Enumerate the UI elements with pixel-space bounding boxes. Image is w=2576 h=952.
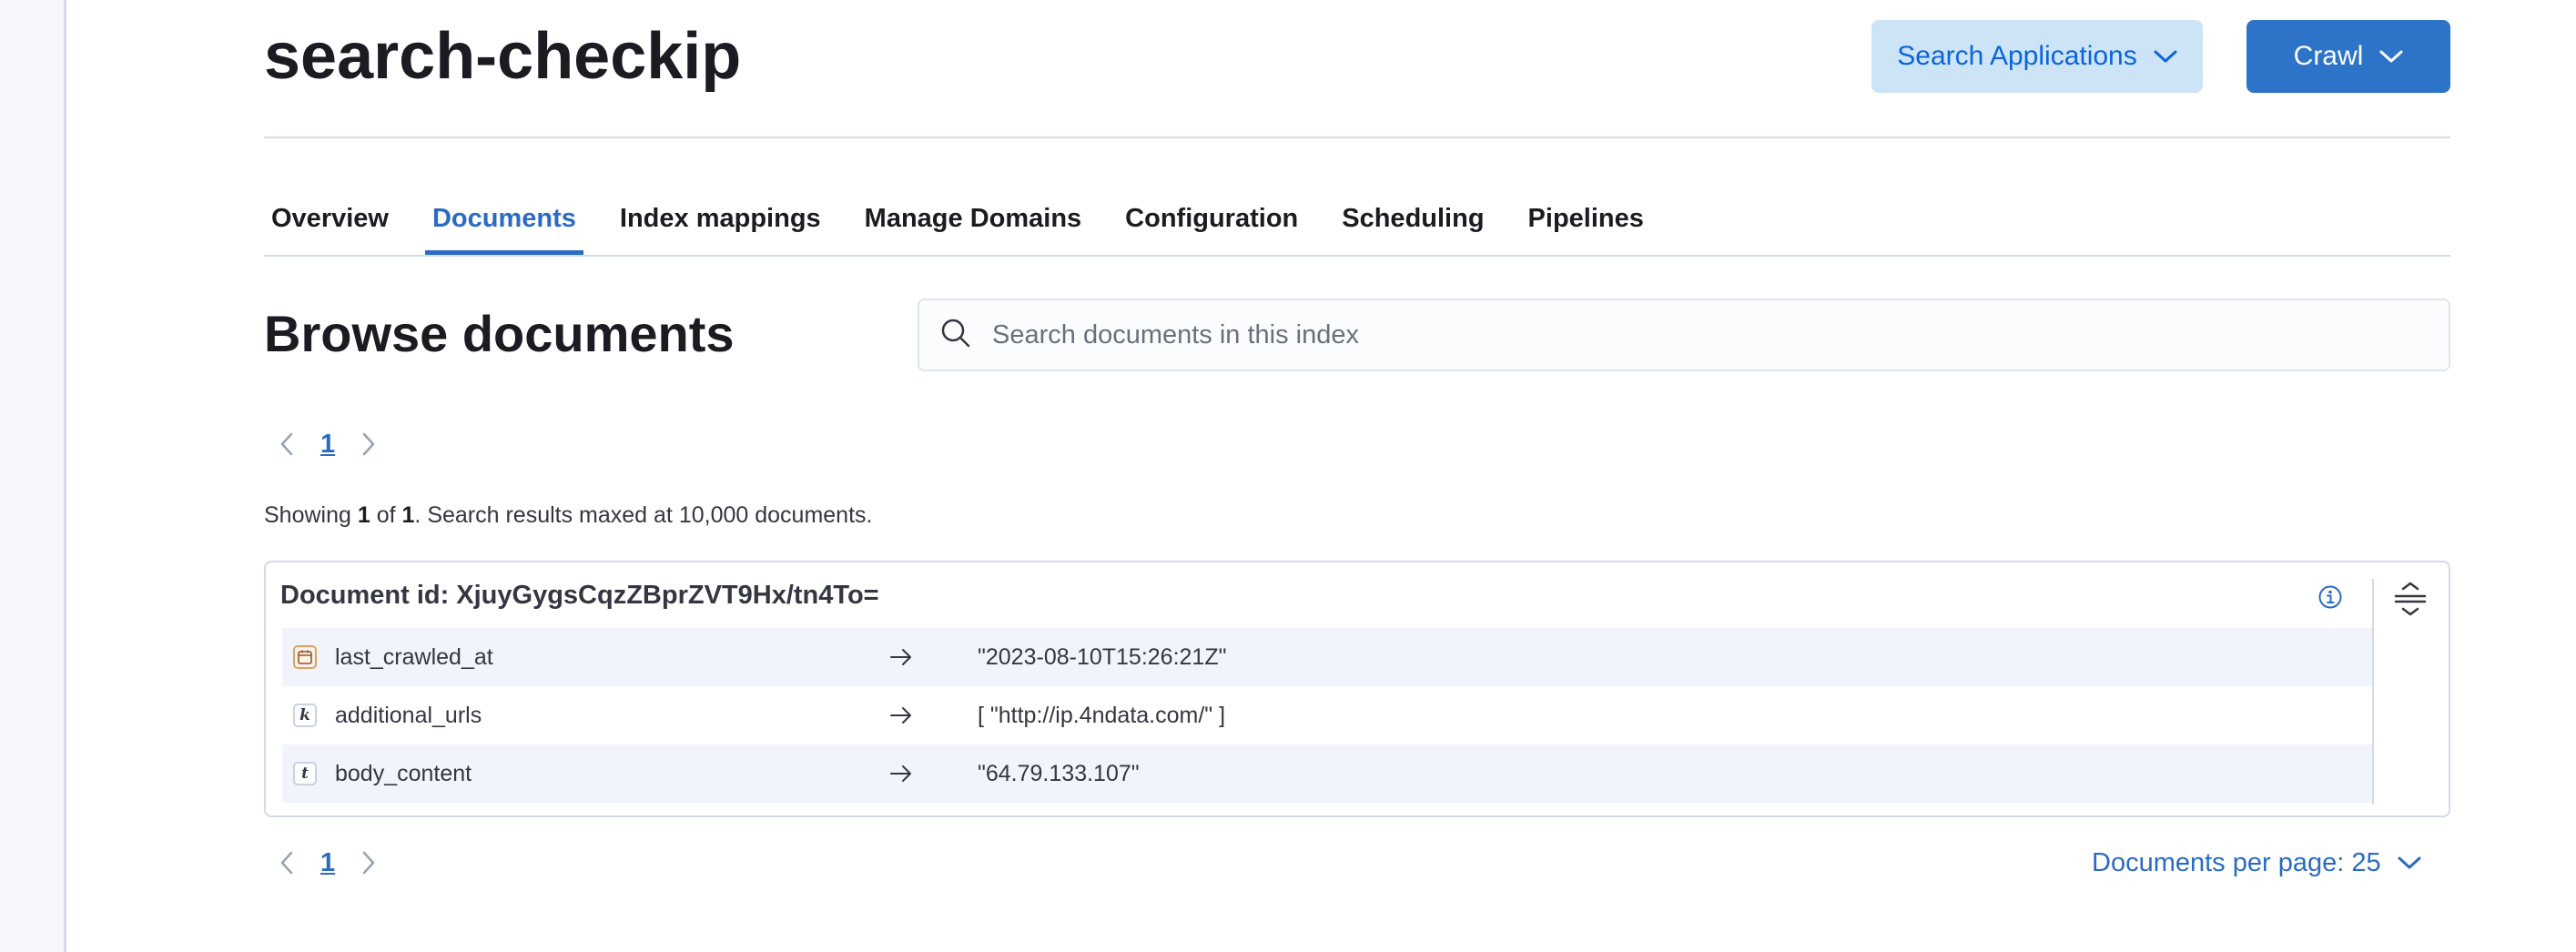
document-id: Document id: XjuyGygsCqzZBprZVT9Hx/tn4To= xyxy=(280,581,879,611)
documents-per-page-selector[interactable]: Documents per page: 25 xyxy=(2092,845,2421,881)
search-icon xyxy=(939,317,972,354)
summary-prefix: Showing xyxy=(264,502,358,528)
header-divider xyxy=(264,137,2450,138)
field-value: "2023-08-10T15:26:21Z" xyxy=(978,643,1227,670)
chevron-left-icon[interactable] xyxy=(271,845,302,881)
section-title: Browse documents xyxy=(264,305,735,362)
document-id-label: Document id: xyxy=(280,581,450,610)
text-type-icon: t xyxy=(293,762,317,785)
field-row: k additional_urls [ "http://ip.4ndata.co… xyxy=(282,686,2372,744)
pagination-top: 1 xyxy=(271,426,384,462)
keyword-type-icon: k xyxy=(293,704,317,727)
field-name: body_content xyxy=(335,760,472,786)
field-name: additional_urls xyxy=(335,702,482,728)
chevron-down-icon xyxy=(2154,49,2177,64)
field-value: "64.79.133.107" xyxy=(978,760,1140,786)
tab-pipelines[interactable]: Pipelines xyxy=(1521,195,1651,246)
chevron-down-icon xyxy=(2379,49,2403,64)
tab-overview[interactable]: Overview xyxy=(264,195,396,246)
calendar-icon xyxy=(293,645,317,669)
expand-rows-icon[interactable] xyxy=(2392,581,2429,622)
field-row: last_crawled_at "2023-08-10T15:26:21Z" xyxy=(282,628,2372,686)
search-field[interactable] xyxy=(918,299,2450,371)
document-id-value: XjuyGygsCqzZBprZVT9Hx/tn4To= xyxy=(456,581,879,610)
tab-manage-domains[interactable]: Manage Domains xyxy=(857,195,1090,246)
chevron-right-icon[interactable] xyxy=(353,845,384,881)
card-divider xyxy=(2372,579,2374,805)
per-page-label: Documents per page: 25 xyxy=(2092,847,2381,877)
chevron-right-icon[interactable] xyxy=(353,426,384,462)
results-summary: Showing 1 of 1. Search results maxed at … xyxy=(264,502,872,529)
crawl-label: Crawl xyxy=(2293,41,2364,71)
arrow-right-icon xyxy=(865,763,938,785)
side-rail xyxy=(0,0,66,952)
summary-suffix: . Search results maxed at 10,000 documen… xyxy=(414,502,873,528)
arrow-right-icon xyxy=(865,704,938,726)
summary-shown: 1 xyxy=(357,502,370,528)
crawl-button[interactable]: Crawl xyxy=(2246,20,2450,93)
page-title: search-checkip xyxy=(264,20,742,93)
tab-documents[interactable]: Documents xyxy=(424,195,583,255)
search-applications-label: Search Applications xyxy=(1897,41,2137,71)
field-value: [ "http://ip.4ndata.com/" ] xyxy=(978,702,1226,728)
tab-scheduling[interactable]: Scheduling xyxy=(1334,195,1491,246)
tab-index-mappings[interactable]: Index mappings xyxy=(613,195,828,246)
page-number[interactable]: 1 xyxy=(320,848,335,878)
summary-total: 1 xyxy=(401,502,415,528)
field-name: last_crawled_at xyxy=(335,643,493,670)
summary-of: of xyxy=(370,502,402,528)
arrow-right-icon xyxy=(865,646,938,668)
info-icon[interactable] xyxy=(2317,584,2343,614)
page-number[interactable]: 1 xyxy=(320,430,335,460)
pagination-bottom: 1 xyxy=(271,845,384,881)
tab-bar: Overview Documents Index mappings Manage… xyxy=(264,195,2450,257)
tab-configuration[interactable]: Configuration xyxy=(1118,195,1305,246)
field-row: t body_content "64.79.133.107" xyxy=(282,744,2372,803)
chevron-down-icon xyxy=(2398,856,2421,870)
search-applications-button[interactable]: Search Applications xyxy=(1871,20,2203,93)
search-input[interactable] xyxy=(990,319,2414,351)
chevron-left-icon[interactable] xyxy=(271,426,302,462)
